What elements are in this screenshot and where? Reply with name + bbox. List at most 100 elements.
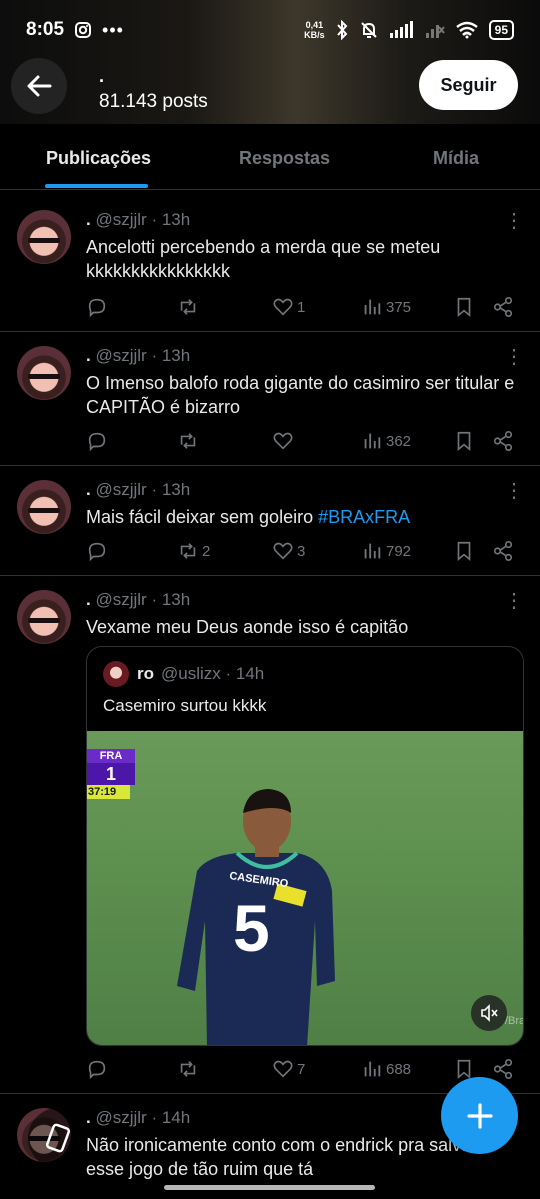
share-button[interactable]: [492, 1057, 514, 1081]
tab-respostas[interactable]: Respostas: [239, 148, 330, 169]
avatar[interactable]: [17, 210, 71, 264]
view-count: 375: [386, 298, 412, 316]
reply-button[interactable]: [86, 539, 111, 563]
author-name[interactable]: .: [86, 480, 91, 499]
handle-time: @szjjlr · 14h: [95, 1108, 191, 1127]
more-options-icon[interactable]: ⋮: [504, 481, 524, 501]
heart-icon: [273, 432, 293, 450]
bookmark-icon: [457, 297, 471, 318]
back-button[interactable]: [11, 58, 67, 114]
scoreboard-team: FRA: [87, 749, 135, 763]
share-button[interactable]: [492, 429, 514, 453]
post-count: 81.143 posts: [99, 91, 208, 112]
repost-icon: [180, 299, 196, 315]
clock: 8:05: [26, 19, 65, 40]
views-icon: [364, 543, 381, 559]
quote-video[interactable]: FRA 1 37:19 CASEMIRO 5 /Bra: [87, 731, 524, 1045]
like-count: 3: [297, 542, 306, 560]
arrow-left-icon: [27, 75, 52, 97]
views-icon: [364, 299, 381, 315]
reply-icon: [88, 432, 106, 452]
views-button[interactable]: 375: [361, 295, 411, 319]
post-meta: . @szjjlr · 13h: [86, 210, 190, 230]
share-icon: [493, 431, 513, 451]
tab-publicacoes[interactable]: Publicações: [46, 148, 151, 169]
author-name[interactable]: .: [86, 210, 91, 229]
like-button[interactable]: 7: [272, 1057, 305, 1081]
views-button[interactable]: 688: [361, 1057, 411, 1081]
handle-time: @szjjlr · 13h: [95, 480, 191, 499]
quote-handle-time: @uslizx · 14h: [161, 664, 265, 683]
tab-midia[interactable]: Mídia: [433, 148, 479, 169]
reply-button[interactable]: [86, 1057, 111, 1081]
more-options-icon[interactable]: ⋮: [504, 591, 524, 611]
like-button[interactable]: 1: [272, 295, 305, 319]
more-notifications-icon: •••: [102, 19, 124, 40]
post-meta: . @szjjlr · 13h: [86, 480, 190, 500]
repost-button[interactable]: [177, 1057, 202, 1081]
more-options-icon[interactable]: ⋮: [504, 347, 524, 367]
hashtag-link[interactable]: #BRAxFRA: [318, 507, 410, 527]
more-options-icon[interactable]: ⋮: [504, 211, 524, 231]
post[interactable]: . @szjjlr · 13h ⋮ Ancelotti percebendo a…: [0, 198, 540, 332]
views-button[interactable]: 792: [361, 539, 411, 563]
author-name[interactable]: .: [86, 346, 91, 365]
follow-button[interactable]: Seguir: [419, 60, 518, 110]
volume-muted-icon: [481, 1004, 498, 1022]
signal-2-icon: [425, 25, 445, 38]
video-watermark: /Bra: [505, 1015, 524, 1027]
jersey-number: 5: [233, 891, 270, 965]
active-tab-indicator: [45, 184, 148, 188]
instagram-notification-icon: [75, 22, 92, 38]
views-icon: [364, 433, 381, 449]
author-name[interactable]: .: [86, 590, 91, 609]
rotate-screen-icon[interactable]: [28, 1108, 88, 1168]
avatar[interactable]: [17, 480, 71, 534]
profile-tabs: Publicações Respostas Mídia: [0, 124, 540, 190]
repost-count: 2: [202, 542, 211, 560]
reply-icon: [88, 1060, 106, 1080]
network-speed: 0,41 KB/s: [304, 20, 325, 40]
plus-icon: [466, 1102, 493, 1129]
quote-avatar[interactable]: [103, 661, 129, 687]
quote-author-name[interactable]: ro: [137, 664, 154, 684]
reply-button[interactable]: [86, 429, 111, 453]
post-meta: . @szjjlr · 14h: [86, 1108, 190, 1128]
share-button[interactable]: [492, 539, 514, 563]
bookmark-button[interactable]: [453, 429, 475, 453]
share-button[interactable]: [492, 295, 514, 319]
share-icon: [493, 1059, 513, 1079]
post-meta: . @szjjlr · 13h: [86, 346, 190, 366]
post[interactable]: . @szjjlr · 13h ⋮ Vexame meu Deus aonde …: [0, 576, 540, 1094]
status-bar: 8:05 ••• 0,41 KB/s 95: [0, 0, 540, 60]
mute-button[interactable]: [471, 995, 507, 1031]
repost-button[interactable]: [177, 429, 202, 453]
reply-icon: [88, 298, 106, 318]
wifi-icon: [455, 21, 478, 39]
bookmark-button[interactable]: [453, 539, 475, 563]
repost-icon: [180, 543, 196, 559]
post-actions: 1 375: [86, 295, 518, 319]
post-text: O Imenso balofo roda gigante do casimiro…: [86, 373, 515, 417]
gesture-nav-bar[interactable]: [164, 1185, 375, 1190]
scoreboard-score: 1: [87, 763, 135, 785]
post[interactable]: . @szjjlr · 13h ⋮ Mais fácil deixar sem …: [0, 466, 540, 576]
repost-button[interactable]: 2: [177, 539, 210, 563]
compose-button[interactable]: [441, 1077, 518, 1154]
bookmark-button[interactable]: [453, 295, 475, 319]
avatar[interactable]: [17, 346, 71, 400]
quoted-post[interactable]: ro @uslizx · 14h Casemiro surtou kkkk FR…: [86, 646, 524, 1046]
repost-icon: [180, 1061, 196, 1077]
reply-button[interactable]: [86, 295, 111, 319]
like-button[interactable]: 3: [272, 539, 305, 563]
like-button[interactable]: [272, 429, 297, 453]
views-button[interactable]: 362: [361, 429, 411, 453]
quote-text: Casemiro surtou kkkk: [103, 696, 267, 715]
scoreboard-clock: 37:19: [87, 785, 130, 799]
repost-button[interactable]: [177, 295, 202, 319]
avatar[interactable]: [17, 590, 71, 644]
reply-icon: [88, 542, 106, 562]
post[interactable]: . @szjjlr · 13h ⋮ O Imenso balofo roda g…: [0, 332, 540, 466]
views-icon: [364, 1061, 381, 1077]
post-text-body: Mais fácil deixar sem goleiro: [86, 507, 314, 527]
